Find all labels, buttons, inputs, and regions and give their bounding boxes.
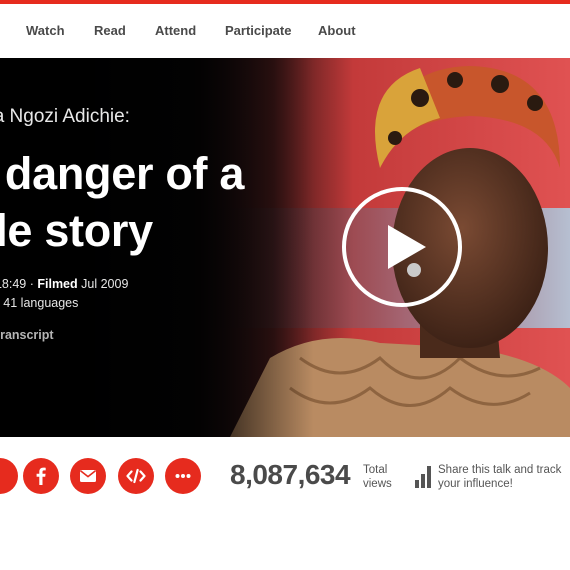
nav-attend[interactable]: Attend xyxy=(155,23,196,38)
nav-about[interactable]: About xyxy=(318,23,356,38)
more-options-button[interactable] xyxy=(165,458,201,494)
filmed-label: Filmed xyxy=(37,277,78,291)
languages-available: able in 41 languages xyxy=(0,296,79,310)
twitter-icon xyxy=(0,458,18,494)
main-nav: Watch Read Attend Participate About xyxy=(0,4,570,59)
talk-meta: 009 · 18:49 · Filmed Jul 2009 xyxy=(0,277,128,291)
bar-chart-icon xyxy=(415,466,431,488)
play-button[interactable] xyxy=(342,187,462,307)
facebook-share-button[interactable] xyxy=(23,458,59,494)
talk-title-line-2: gle story xyxy=(0,205,153,256)
email-icon xyxy=(70,458,106,494)
embed-code-icon xyxy=(118,458,154,494)
nav-read[interactable]: Read xyxy=(94,23,126,38)
facebook-icon xyxy=(23,458,59,494)
share-influence-text: Share this talk and track your influence… xyxy=(438,464,562,490)
speaker-name: anda Ngozi Adichie: xyxy=(0,106,130,127)
nav-participate[interactable]: Participate xyxy=(225,23,291,38)
embed-button[interactable] xyxy=(118,458,154,494)
filmed-date: Jul 2009 xyxy=(81,277,129,291)
twitter-share-button[interactable] xyxy=(0,458,18,494)
ellipsis-icon xyxy=(165,458,201,494)
total-views-label: Total views xyxy=(363,464,392,490)
total-views-count: 8,087,634 xyxy=(230,459,351,490)
email-share-button[interactable] xyxy=(70,458,106,494)
talk-actions-bar: 8,087,634 Total views Share this talk an… xyxy=(0,437,570,517)
video-hero[interactable]: anda Ngozi Adichie: e danger of a gle st… xyxy=(0,58,570,437)
play-icon xyxy=(388,225,426,269)
talk-title-line-1: e danger of a xyxy=(0,148,245,199)
interactive-transcript-link[interactable]: active transcript xyxy=(0,328,54,342)
duration: 18:49 xyxy=(0,277,27,291)
nav-watch[interactable]: Watch xyxy=(26,23,65,38)
